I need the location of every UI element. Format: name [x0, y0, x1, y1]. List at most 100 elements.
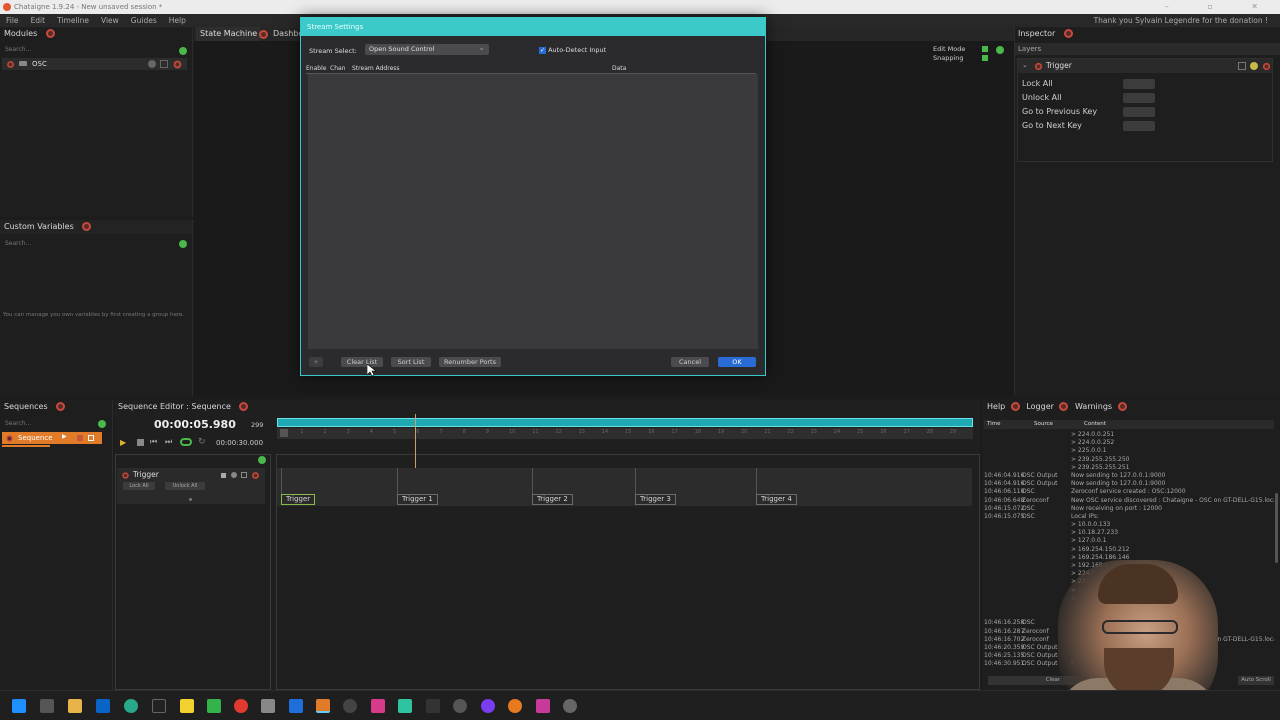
ok-button[interactable]: OK: [718, 357, 756, 367]
stop-icon[interactable]: [137, 439, 144, 446]
previous-key-trigger-button[interactable]: [1123, 107, 1155, 117]
trigger-marker[interactable]: Trigger 3: [635, 494, 676, 505]
stop-icon[interactable]: [77, 435, 83, 441]
remove-module-icon[interactable]: [173, 60, 182, 69]
app-icon-dark[interactable]: [343, 699, 357, 713]
tab-help[interactable]: Help: [987, 402, 1005, 411]
duplicate-icon[interactable]: [1238, 62, 1246, 70]
remove-icon[interactable]: [1262, 62, 1271, 71]
menu-view[interactable]: View: [95, 14, 125, 27]
sort-list-button[interactable]: Sort List: [391, 357, 431, 367]
auto-scroll-toggle[interactable]: Auto Scroll: [1238, 676, 1274, 685]
duplicate-icon[interactable]: [88, 435, 94, 441]
menu-guides[interactable]: Guides: [125, 14, 163, 27]
sequences-search[interactable]: Search...: [5, 420, 31, 427]
close-icon[interactable]: [1117, 402, 1127, 411]
app-icon-blue[interactable]: [289, 699, 303, 713]
close-icon[interactable]: [82, 222, 92, 231]
clear-list-button[interactable]: Clear List: [341, 357, 383, 367]
stream-select-label: Stream Select:: [309, 47, 357, 55]
menu-edit[interactable]: Edit: [25, 14, 52, 27]
media-app-icon[interactable]: [234, 699, 248, 713]
timeline-ruler[interactable]: 1 2 3 4 5 6 7 8 9 10 11 12 13 14 15 16 17 18 19 20 21 22 23 24 2…: [277, 428, 973, 439]
close-icon[interactable]: [1063, 29, 1073, 38]
stream-list[interactable]: [308, 74, 758, 349]
add-sequence-icon[interactable]: [98, 420, 106, 428]
close-icon[interactable]: [56, 402, 66, 411]
trigger-marker[interactable]: Trigger 1: [397, 494, 438, 505]
logger-scrollbar[interactable]: [1275, 493, 1278, 563]
log-line: > 10.0.0.133: [1071, 521, 1111, 529]
calculator-icon[interactable]: [261, 699, 275, 713]
auto-detect-row[interactable]: ✓ Auto-Detect Input: [539, 46, 606, 54]
close-icon[interactable]: [1059, 402, 1069, 411]
trigger-marker[interactable]: Trigger 4: [756, 494, 797, 505]
app-icon-t[interactable]: [426, 699, 440, 713]
modules-search[interactable]: Search...: [5, 46, 31, 53]
outlook-icon[interactable]: [96, 699, 110, 713]
close-icon[interactable]: [239, 402, 249, 411]
ruler-tick-label: 23: [810, 429, 817, 435]
tab-logger[interactable]: Logger: [1026, 402, 1054, 411]
renumber-ports-button[interactable]: Renumber Ports: [439, 357, 501, 367]
edge-icon[interactable]: [124, 699, 138, 713]
play-icon[interactable]: ▶: [62, 433, 67, 440]
playhead[interactable]: [415, 414, 416, 468]
next-key-trigger-button[interactable]: [1123, 121, 1155, 131]
trigger-header[interactable]: ⌄ Trigger: [1018, 59, 1272, 73]
add-stream-button[interactable]: +: [309, 357, 323, 367]
unlock-all-trigger-button[interactable]: [1123, 93, 1155, 103]
app-icon-purple[interactable]: [481, 699, 495, 713]
add-icon[interactable]: [996, 46, 1004, 54]
chataigne-icon[interactable]: [316, 699, 330, 713]
terminal-icon[interactable]: [152, 699, 166, 713]
settings-icon[interactable]: [563, 699, 577, 713]
previous-icon[interactable]: ⏮: [150, 437, 157, 447]
stream-settings-dialog: Stream Settings Stream Select: Open Soun…: [300, 17, 766, 376]
duplicate-icon[interactable]: [160, 60, 168, 68]
tab-state-machine[interactable]: State Machine: [196, 27, 262, 41]
power-icon[interactable]: [1250, 62, 1258, 70]
spreadsheet-icon[interactable]: [207, 699, 221, 713]
menu-file[interactable]: File: [0, 14, 25, 27]
trigger-marker[interactable]: Trigger: [281, 494, 316, 505]
app-icon-teal[interactable]: [398, 699, 412, 713]
power-icon[interactable]: [148, 60, 156, 68]
loop-icon[interactable]: [180, 438, 192, 446]
sequences-title: Sequences: [4, 402, 48, 411]
edit-mode-toggle[interactable]: [982, 46, 988, 52]
trigger-layer-track[interactable]: Trigger Trigger 1 Trigger 2 Trigger 3 Trigge…: [277, 468, 972, 506]
auto-detect-checkbox[interactable]: ✓: [539, 46, 546, 54]
add-module-icon[interactable]: [179, 47, 187, 55]
app-icon-pink[interactable]: [371, 699, 385, 713]
lock-all-trigger-button[interactable]: [1123, 79, 1155, 89]
add-group-icon[interactable]: [179, 240, 187, 248]
stream-select-dropdown[interactable]: Open Sound Control: [365, 42, 489, 55]
tab-warnings[interactable]: Warnings: [1075, 402, 1112, 411]
timeline-scrollbar[interactable]: [277, 418, 973, 427]
windows-start-icon[interactable]: [12, 699, 26, 713]
unreal-icon[interactable]: [453, 699, 467, 713]
task-view-icon[interactable]: [40, 699, 54, 713]
menu-help[interactable]: Help: [163, 14, 192, 27]
file-explorer-icon[interactable]: [68, 699, 82, 713]
play-icon[interactable]: ▶: [120, 438, 126, 447]
app-icon-magenta[interactable]: [536, 699, 550, 713]
blender-icon[interactable]: [508, 699, 522, 713]
close-icon[interactable]: [1010, 402, 1020, 411]
menu-timeline[interactable]: Timeline: [51, 14, 95, 27]
cancel-button[interactable]: Cancel: [671, 357, 709, 367]
close-icon[interactable]: [259, 30, 268, 39]
module-item-osc[interactable]: OSC: [2, 58, 187, 70]
touchdesigner-icon[interactable]: [180, 699, 194, 713]
close-icon[interactable]: [45, 29, 55, 38]
snapping-toggle[interactable]: [982, 55, 988, 61]
chevron-down-icon[interactable]: ⌄: [1022, 61, 1028, 69]
next-icon[interactable]: ⏭: [165, 437, 172, 447]
refresh-icon[interactable]: ↻: [198, 437, 206, 447]
custom-variables-search[interactable]: Search...: [5, 240, 31, 247]
sequence-item[interactable]: Sequence ▶: [2, 432, 102, 444]
window-controls[interactable]: – ▫ ✕: [1165, 0, 1276, 14]
trigger-marker[interactable]: Trigger 2: [532, 494, 573, 505]
ruler-tick-label: 20: [741, 429, 748, 435]
